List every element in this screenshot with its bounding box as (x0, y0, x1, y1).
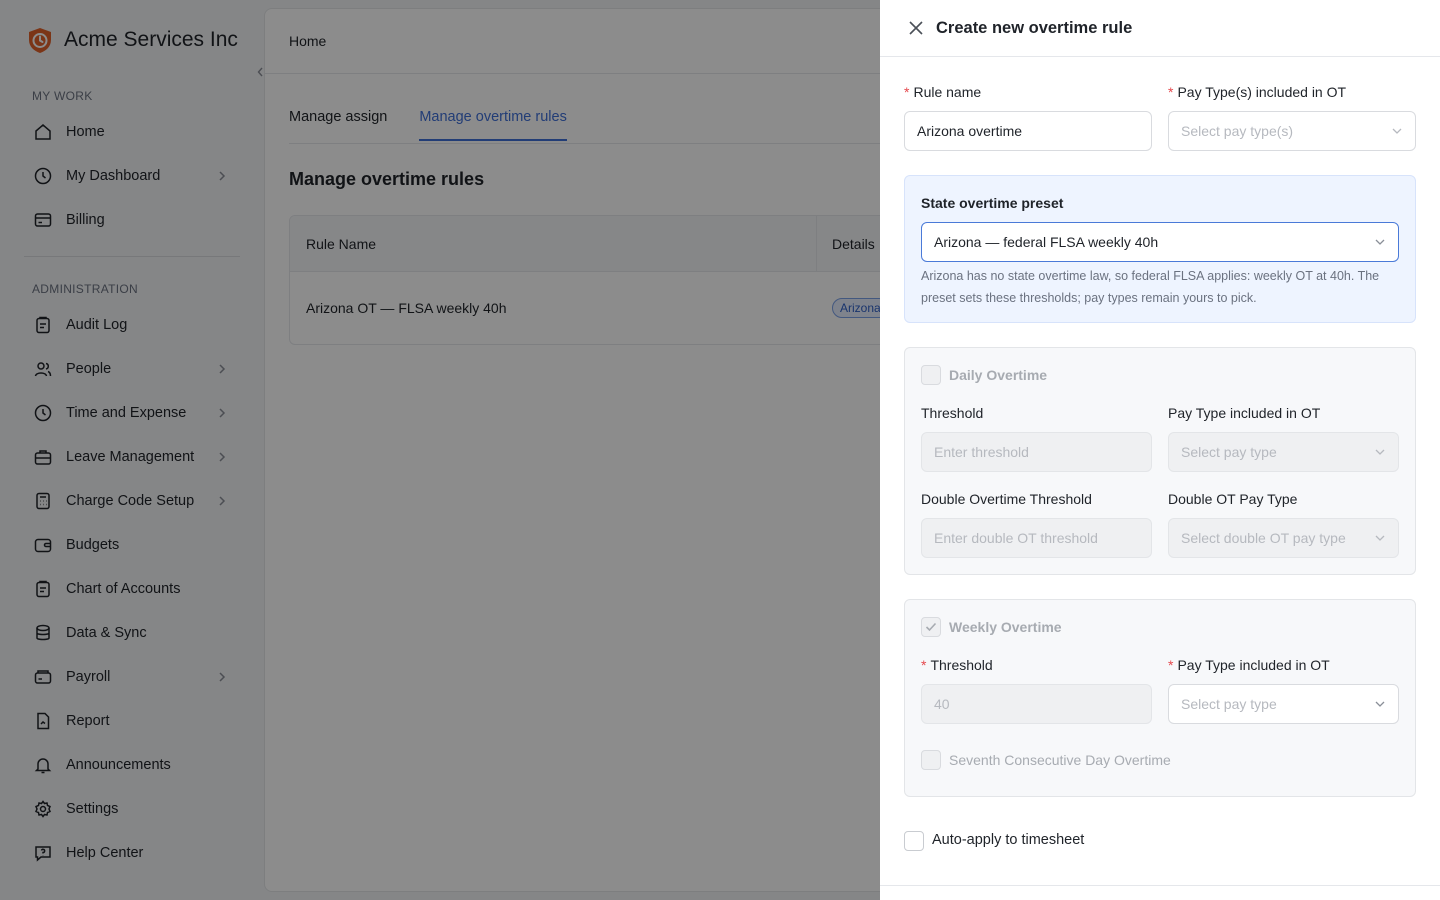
double-threshold-placeholder: Enter double OT threshold (934, 530, 1098, 546)
daily-overtime-checkbox[interactable] (921, 365, 941, 385)
weekly-pay-type-label: * Pay Type included in OT (1168, 657, 1330, 673)
seventh-day-checkbox[interactable] (921, 750, 941, 770)
weekly-pay-type-select[interactable]: Select pay type (1168, 684, 1399, 724)
double-threshold-input[interactable]: Enter double OT threshold (921, 518, 1152, 558)
chevron-down-icon (1392, 128, 1402, 134)
required-marker: * (1168, 84, 1174, 100)
create-overtime-rule-drawer: Create new overtime rule * Rule name Ariz… (880, 0, 1440, 900)
auto-apply-label: Auto-apply to timesheet (932, 832, 1085, 848)
daily-threshold-placeholder: Enter threshold (934, 444, 1029, 460)
weekly-overtime-label: Weekly Overtime (949, 619, 1062, 635)
preset-title: State overtime preset (921, 195, 1064, 211)
weekly-overtime-checkbox[interactable] (921, 617, 941, 637)
weekly-pay-type-label-text: Pay Type included in OT (1177, 657, 1330, 673)
drawer-title: Create new overtime rule (936, 19, 1133, 37)
rule-name-input[interactable]: Arizona overtime (904, 111, 1152, 151)
close-icon (909, 21, 923, 35)
daily-threshold-label: Threshold (921, 405, 984, 421)
daily-overtime-card: Daily Overtime Threshold Enter threshold… (904, 347, 1416, 575)
weekly-threshold-input[interactable]: 40 (921, 684, 1152, 724)
daily-overtime-label: Daily Overtime (949, 367, 1048, 383)
double-pay-type-select[interactable]: Select double OT pay type (1168, 518, 1399, 558)
pay-types-placeholder: Select pay type(s) (1181, 123, 1294, 139)
required-marker: * (921, 657, 927, 673)
required-marker: * (1168, 657, 1174, 673)
weekly-threshold-value: 40 (934, 696, 950, 712)
rule-name-label: * Rule name (904, 84, 981, 100)
preset-help-text: Arizona has no state overtime law, so fe… (921, 269, 1380, 305)
auto-apply-checkbox[interactable] (904, 831, 924, 851)
daily-threshold-input[interactable]: Enter threshold (921, 432, 1152, 472)
weekly-overtime-card: Weekly Overtime * Threshold 40 * Pay Type … (904, 599, 1416, 797)
chevron-down-icon (1375, 449, 1385, 455)
required-marker: * (904, 84, 910, 100)
chevron-down-icon (1375, 239, 1385, 245)
daily-pay-type-label: Pay Type included in OT (1168, 405, 1321, 421)
double-pay-type-placeholder: Select double OT pay type (1181, 530, 1346, 546)
drawer-footer-divider (880, 885, 1440, 886)
rule-name-label-text: Rule name (913, 84, 982, 100)
weekly-pay-type-placeholder: Select pay type (1181, 696, 1277, 712)
state-preset-panel: State overtime preset Arizona — federal … (904, 175, 1416, 323)
rule-name-value: Arizona overtime (917, 123, 1023, 139)
double-threshold-label: Double Overtime Threshold (921, 491, 1092, 507)
pay-types-select[interactable]: Select pay type(s) (1168, 111, 1416, 151)
pay-types-label: * Pay Type(s) included in OT (1168, 84, 1346, 100)
seventh-day-label: Seventh Consecutive Day Overtime (949, 752, 1171, 768)
double-pay-type-label: Double OT Pay Type (1168, 491, 1298, 507)
preset-selected-value: Arizona — federal FLSA weekly 40h (934, 234, 1159, 250)
close-button[interactable] (906, 18, 926, 38)
weekly-threshold-label-text: Threshold (930, 657, 993, 673)
checkmark-icon (925, 622, 937, 632)
daily-pay-type-select[interactable]: Select pay type (1168, 432, 1399, 472)
chevron-down-icon (1375, 535, 1385, 541)
daily-pay-type-placeholder: Select pay type (1181, 444, 1277, 460)
weekly-threshold-label: * Threshold (921, 657, 993, 673)
state-preset-select[interactable]: Arizona — federal FLSA weekly 40h (921, 222, 1399, 262)
chevron-down-icon (1375, 701, 1385, 707)
pay-types-label-text: Pay Type(s) included in OT (1177, 84, 1347, 100)
drawer-header: Create new overtime rule (880, 0, 1440, 57)
